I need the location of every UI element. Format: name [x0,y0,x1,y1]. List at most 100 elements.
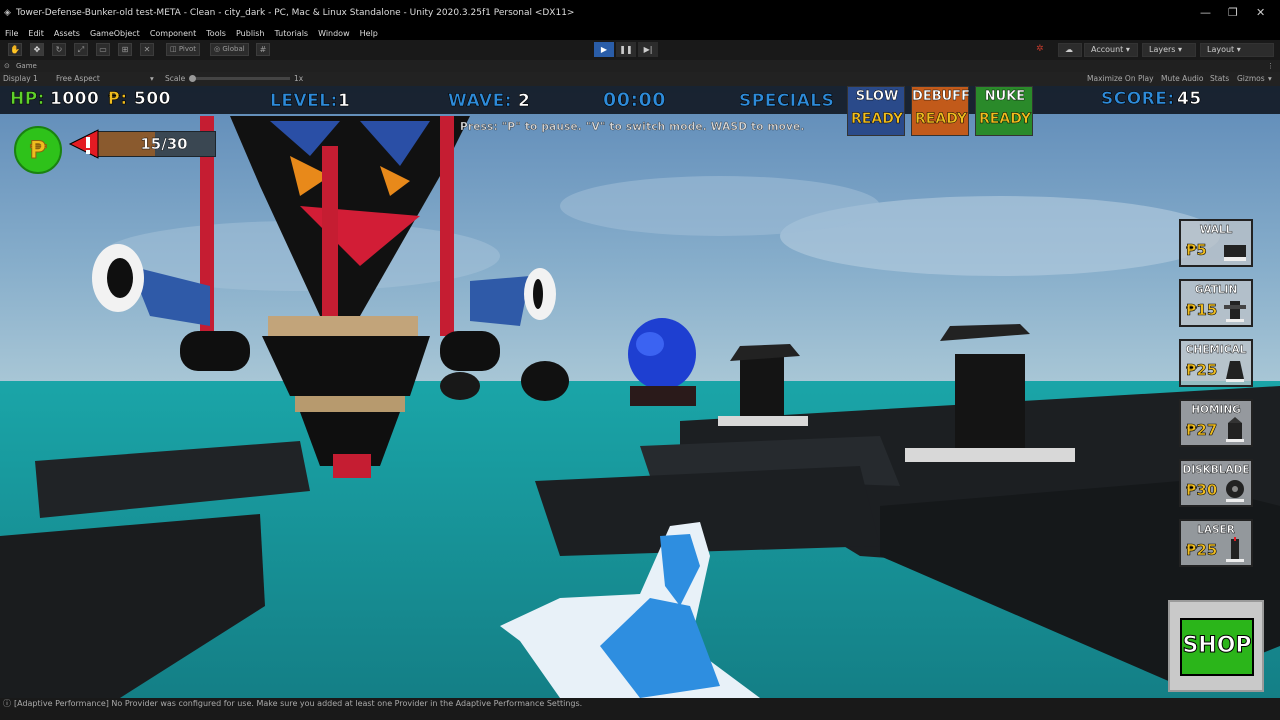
coin-symbol: ₱ [29,136,47,165]
menu-edit[interactable]: Edit [28,29,44,38]
specials-label: SPECIALS [739,91,835,112]
shop-button[interactable]: SHOP [1180,618,1254,676]
blue-sphere-enemy [628,318,696,390]
info-icon: ⓘ [3,699,11,708]
rect-tool-icon[interactable]: ▭ [96,43,110,56]
wave-label: WAVE: [448,91,513,112]
layout-label: Layout [1207,45,1235,54]
hand-tool-icon[interactable]: ✋ [8,43,22,56]
tower-homing-button[interactable]: HOMING ₱27 [1179,399,1253,447]
controls-hint: Press: "P" to pause. "V" to switch mode.… [460,121,805,133]
window-title: Tower-Defense-Bunker-old test-META - Cle… [16,8,575,18]
tower-price: ₱30 [1186,481,1218,500]
tower-gatlin-button[interactable]: GATLIN ₱15 [1179,279,1253,327]
tower-laser-button[interactable]: LASER ₱25 [1179,519,1253,567]
maximize-icon[interactable]: ❐ [1228,6,1238,19]
money-value: 500 [134,89,171,110]
enemy-base [630,386,696,406]
tower-name: HOMING [1191,404,1241,416]
global-label: Global [222,45,245,53]
score-value: 45 [1177,89,1202,110]
game-tab[interactable]: Game [16,62,37,70]
tower-price: ₱5 [1186,241,1207,260]
scale-tool-icon[interactable]: ⤢ [74,43,88,56]
stats-toggle[interactable]: Stats [1210,74,1229,83]
layout-dropdown[interactable]: Layout ▾ [1200,43,1274,57]
pause-button[interactable]: ❚❚ [616,42,636,57]
menu-help[interactable]: Help [360,29,378,38]
game-tab-bar: ⊙ Game ⋮ [0,60,1280,72]
money-label: ₱: [108,89,128,110]
tower-wall-button[interactable]: WALL ₱5 [1179,219,1253,267]
maximize-on-play-toggle[interactable]: Maximize On Play [1087,74,1154,83]
special-status: READY [851,111,903,128]
gizmos-dropdown[interactable]: Gizmos [1237,74,1265,83]
pivot-label: Pivot [178,45,197,53]
wall-icon [1224,245,1246,261]
wave-value: 2 [518,91,531,112]
scale-slider-handle[interactable] [189,75,196,82]
menu-component[interactable]: Component [150,29,196,38]
scale-slider[interactable] [190,77,290,80]
account-dropdown[interactable]: Account ▾ [1084,43,1138,57]
hp-label: HP: [10,89,45,110]
tower-name: LASER [1197,524,1235,536]
grid-platform-tile [535,466,880,556]
scale-label: Scale [165,74,186,83]
menu-tutorials[interactable]: Tutorials [275,29,309,38]
hp-value: 1000 [50,89,100,110]
mute-audio-toggle[interactable]: Mute Audio [1161,74,1203,83]
game-scene [0,86,1280,698]
tower-name: DISKBLADE [1182,464,1250,476]
tower-diskblade-button[interactable]: DISKBLADE ₱30 [1179,459,1253,507]
menu-window[interactable]: Window [318,29,350,38]
menu-publish[interactable]: Publish [236,29,265,38]
timer: 00:00 [603,89,666,112]
menu-tools[interactable]: Tools [206,29,226,38]
tab-menu-icon[interactable]: ⋮ [1267,60,1274,72]
custom-tool-icon[interactable]: ✕ [140,43,154,56]
game-viewport[interactable]: HP: 1000 ₱: 500 LEVEL: 1 WAVE: 2 00:00 S… [0,86,1280,698]
pivot-icon: ◫ [170,45,177,53]
move-tool-icon[interactable]: ✥ [30,43,44,56]
special-slow-button[interactable]: SLOW READY [847,86,905,136]
play-button[interactable]: ▶ [594,42,614,57]
window-title-bar: ◈ Tower-Defense-Bunker-old test-META - C… [0,0,1280,26]
layers-label: Layers [1149,45,1176,54]
laser-icon [1226,537,1244,562]
tower-name: WALL [1199,224,1233,236]
close-icon[interactable]: ✕ [1256,6,1265,19]
scale-value: 1x [294,74,304,83]
layers-dropdown[interactable]: Layers ▾ [1142,43,1196,57]
sphere-highlight [636,332,664,356]
alert-arrow-icon [68,129,99,159]
aspect-dropdown[interactable]: Free Aspect [56,74,100,83]
global-toggle[interactable]: ◎ Global [210,43,249,56]
rotate-tool-icon[interactable]: ↻ [52,43,66,56]
tower-price: ₱15 [1186,301,1218,320]
step-button[interactable]: ▶| [638,42,658,57]
special-name: SLOW [855,89,899,104]
tower-name: CHEMICAL [1185,344,1247,356]
console-status-bar[interactable]: ⓘ [Adaptive Performance] No Provider was… [0,698,1280,720]
minimize-icon[interactable]: — [1200,6,1211,19]
pivot-toggle[interactable]: ◫ Pivot [166,43,201,56]
shop-panel: SHOP [1168,600,1264,692]
special-debuff-button[interactable]: DEBUFF READY [911,86,970,136]
grid-snap-icon[interactable]: # [256,43,270,56]
tower-chemical-button[interactable]: CHEMICAL ₱25 [1179,339,1253,387]
display-dropdown[interactable]: Display 1 [3,74,38,83]
cloud-icon[interactable]: ☁ [1058,43,1082,57]
game-view-toolbar: Display 1 Free Aspect ▾ Scale 1x Maximiz… [0,72,1280,86]
unity-logo-icon: ◈ [4,8,11,18]
menu-file[interactable]: File [5,29,18,38]
spider-enemy [521,361,569,401]
collab-icon[interactable]: ✲ [1036,44,1044,54]
menu-gameobject[interactable]: GameObject [90,29,140,38]
cloud [560,176,880,236]
gizmos-chevron-icon: ▾ [1268,74,1272,83]
transform-tool-icon[interactable]: ⊞ [118,43,132,56]
special-nuke-button[interactable]: NUKE READY [975,86,1033,136]
menu-assets[interactable]: Assets [54,29,80,38]
main-toolbar: ✋ ✥ ↻ ⤢ ▭ ⊞ ✕ ◫ Pivot ◎ Global # ▶ ❚❚ ▶|… [0,40,1280,60]
